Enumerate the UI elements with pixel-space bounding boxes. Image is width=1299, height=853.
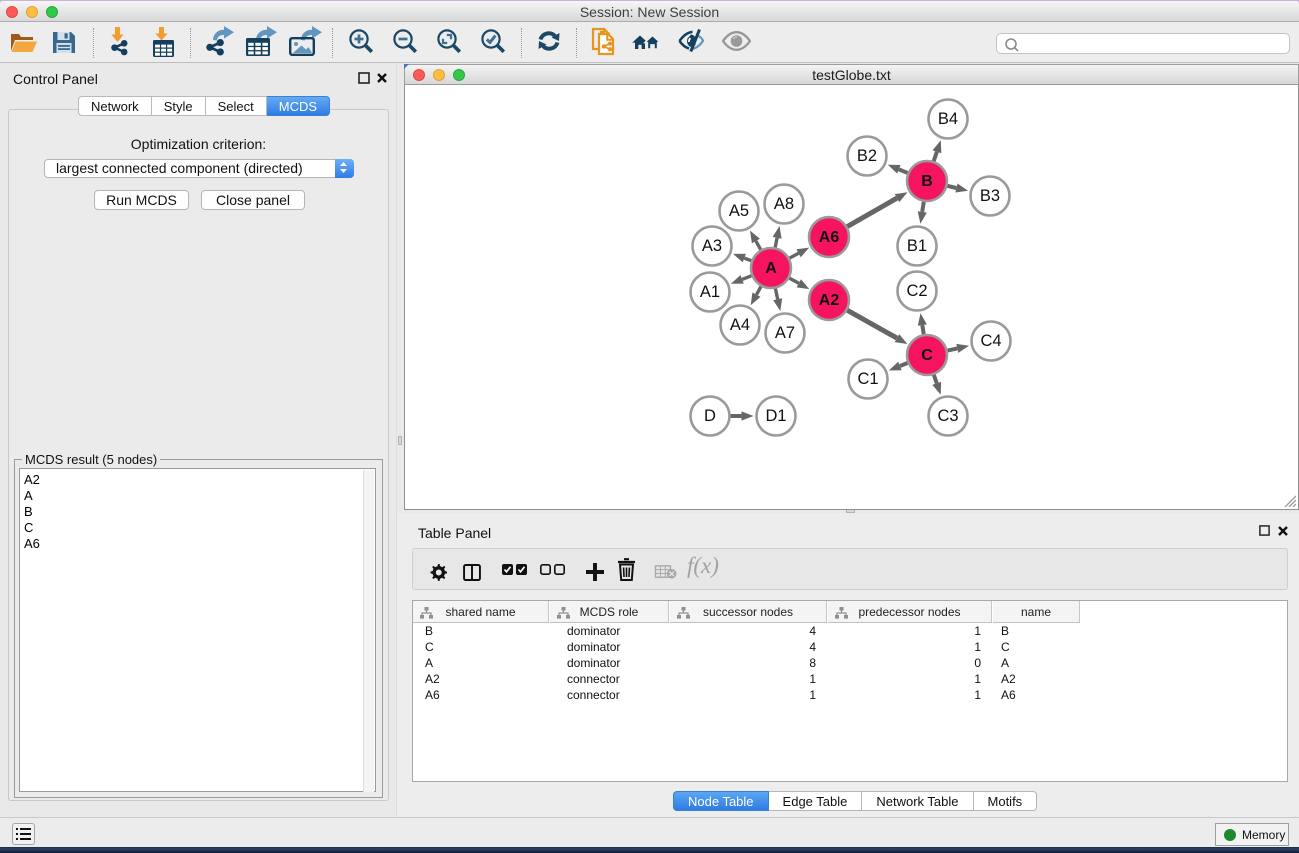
svg-text:C4: C4 bbox=[980, 332, 1001, 350]
svg-text:C1: C1 bbox=[857, 370, 878, 388]
svg-text:C3: C3 bbox=[937, 407, 958, 425]
svg-text:D: D bbox=[704, 407, 716, 425]
svg-text:A8: A8 bbox=[774, 195, 794, 213]
svg-text:A1: A1 bbox=[700, 283, 720, 301]
svg-text:A6: A6 bbox=[819, 229, 840, 246]
svg-text:B2: B2 bbox=[857, 147, 877, 165]
svg-text:B4: B4 bbox=[938, 110, 958, 128]
svg-text:A5: A5 bbox=[729, 202, 749, 220]
svg-text:D1: D1 bbox=[765, 407, 786, 425]
svg-text:A3: A3 bbox=[702, 237, 722, 255]
svg-text:B: B bbox=[921, 173, 933, 190]
svg-text:C: C bbox=[921, 347, 933, 364]
svg-text:A2: A2 bbox=[819, 292, 840, 309]
svg-text:B1: B1 bbox=[907, 237, 927, 255]
svg-text:A7: A7 bbox=[775, 324, 795, 342]
svg-text:A: A bbox=[765, 260, 777, 277]
svg-text:A4: A4 bbox=[730, 316, 750, 334]
svg-text:C2: C2 bbox=[906, 282, 927, 300]
svg-text:B3: B3 bbox=[980, 187, 1000, 205]
